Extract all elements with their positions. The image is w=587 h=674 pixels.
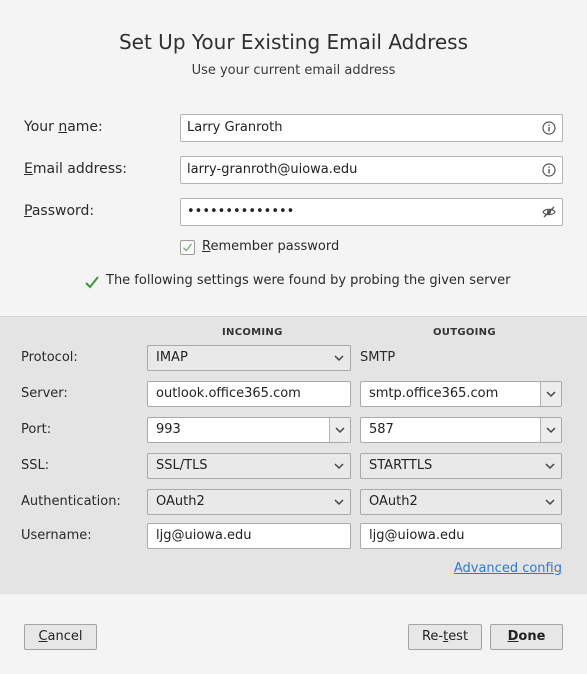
incoming-ssl-select[interactable]: SSL/TLS [147, 453, 351, 479]
outgoing-port-combo[interactable]: 587 [360, 417, 562, 443]
dialog-footer: Cancel Re-test Done [0, 594, 587, 674]
checkmark-icon [183, 243, 193, 252]
incoming-username-input[interactable]: ljg@uiowa.edu [147, 523, 351, 549]
info-icon[interactable] [542, 121, 556, 135]
incoming-protocol-select[interactable]: IMAP [147, 345, 351, 371]
outgoing-authentication-select[interactable]: OAuth2 [360, 489, 562, 515]
email-value: larry-granroth@uiowa.edu [187, 162, 358, 177]
chevron-down-icon [545, 499, 555, 506]
chevron-down-icon [546, 391, 556, 398]
port-label: Port: [21, 422, 52, 437]
done-button[interactable]: Done [490, 624, 563, 650]
remember-password-label: Remember password [202, 239, 340, 254]
server-settings-panel: INCOMING OUTGOING Protocol: IMAP SMTP Se… [0, 316, 587, 594]
outgoing-server-combo[interactable]: smtp.office365.com [360, 381, 562, 407]
outgoing-username-input[interactable]: ljg@uiowa.edu [360, 523, 562, 549]
email-field[interactable]: larry-granroth@uiowa.edu [180, 156, 563, 184]
name-value: Larry Granroth [187, 120, 283, 135]
chevron-down-icon [334, 463, 344, 470]
checkbox-box[interactable] [180, 240, 195, 255]
username-label: Username: [21, 528, 92, 543]
name-field[interactable]: Larry Granroth [180, 114, 563, 142]
outgoing-ssl-select[interactable]: STARTTLS [360, 453, 562, 479]
dialog-title: Set Up Your Existing Email Address [118, 30, 468, 54]
password-label: Password: [24, 203, 95, 219]
outgoing-header: OUTGOING [433, 327, 496, 338]
chevron-down-icon [334, 355, 344, 362]
password-value: •••••••••••••• [187, 204, 295, 219]
ssl-label: SSL: [21, 458, 50, 473]
advanced-config-link[interactable]: Advanced config [454, 561, 562, 576]
outgoing-server-dropdown-button[interactable] [540, 382, 561, 406]
incoming-port-combo[interactable]: 993 [147, 417, 351, 443]
chevron-down-icon [546, 427, 556, 434]
success-check-icon [85, 276, 99, 289]
password-field[interactable]: •••••••••••••• [180, 198, 563, 226]
eye-slash-icon[interactable] [542, 205, 556, 219]
email-label: Email address: [24, 161, 128, 177]
incoming-port-dropdown-button[interactable] [329, 418, 350, 442]
chevron-down-icon [545, 463, 555, 470]
outgoing-port-dropdown-button[interactable] [540, 418, 561, 442]
protocol-label: Protocol: [21, 350, 78, 365]
chevron-down-icon [335, 427, 345, 434]
incoming-server-input[interactable]: outlook.office365.com [147, 381, 351, 407]
name-label: Your name: [24, 119, 103, 135]
incoming-header: INCOMING [222, 327, 283, 338]
info-icon[interactable] [542, 163, 556, 177]
account-setup-header-area: Set Up Your Existing Email Address Use y… [0, 0, 587, 316]
dialog-subtitle: Use your current email address [191, 63, 396, 78]
chevron-down-icon [334, 499, 344, 506]
incoming-authentication-select[interactable]: OAuth2 [147, 489, 351, 515]
cancel-button[interactable]: Cancel [24, 624, 97, 650]
authentication-label: Authentication: [21, 494, 121, 509]
retest-button[interactable]: Re-test [408, 624, 482, 650]
server-label: Server: [21, 386, 68, 401]
outgoing-protocol-value: SMTP [360, 350, 396, 365]
